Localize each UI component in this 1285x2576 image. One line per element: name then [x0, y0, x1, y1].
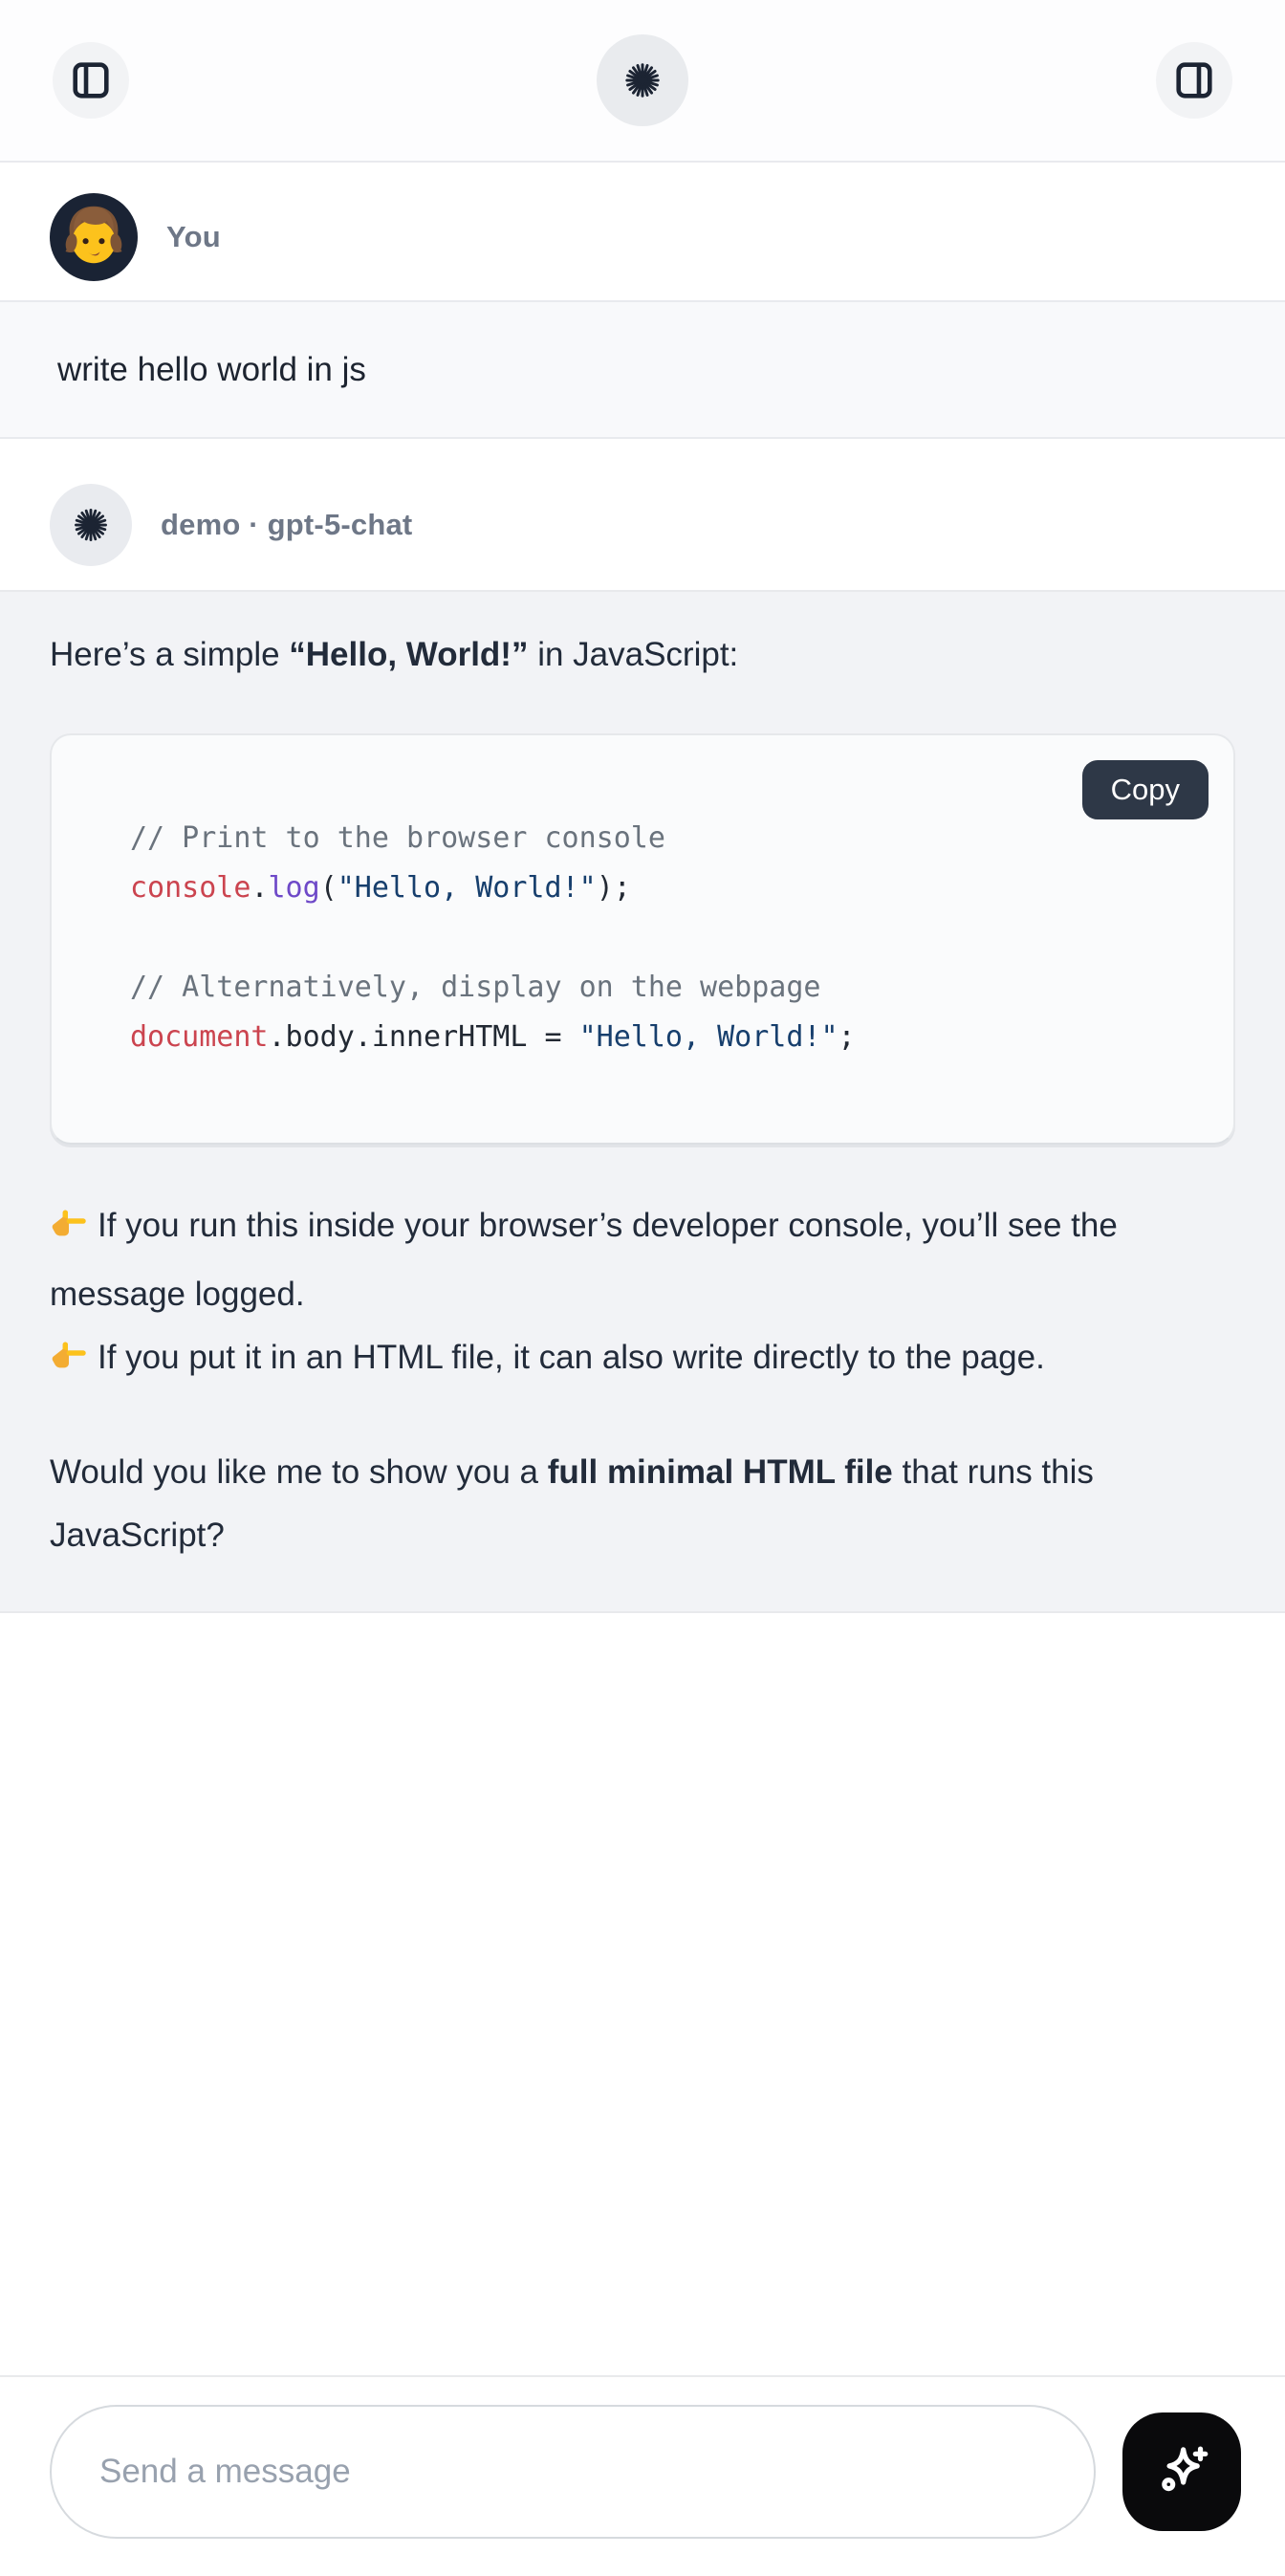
sparkles-icon — [1150, 2440, 1213, 2503]
user-message-text: write hello world in js — [57, 351, 366, 389]
starburst-icon — [620, 57, 665, 103]
tip-text: If you run this inside your browser’s de… — [50, 1207, 1127, 1313]
code-block: Copy // Print to the browser console con… — [50, 733, 1235, 1145]
tip-line: If you put it in an HTML file, it can al… — [50, 1339, 1045, 1376]
panel-left-icon — [69, 58, 113, 102]
assistant-closing-text: Would you like me to show you a full min… — [50, 1441, 1235, 1567]
assistant-message-turn: demo · gpt-5-chat Here’s a simple “Hello… — [0, 439, 1285, 1613]
panel-right-icon — [1172, 58, 1216, 102]
assistant-sender-label: demo · gpt-5-chat — [161, 508, 412, 542]
assistant-message-bubble: Here’s a simple “Hello, World!” in JavaS… — [0, 590, 1285, 1613]
assistant-intro-text: Here’s a simple “Hello, World!” in JavaS… — [50, 630, 1235, 680]
chat-scroll-area[interactable]: You write hello world in js demo · gpt-5… — [0, 163, 1285, 1613]
assistant-message-header: demo · gpt-5-chat — [0, 439, 1285, 590]
user-sender-label: You — [166, 220, 221, 254]
copy-code-button[interactable]: Copy — [1082, 760, 1209, 819]
user-message-turn: You write hello world in js — [0, 163, 1285, 439]
message-input[interactable] — [50, 2405, 1096, 2539]
tip-line: If you run this inside your browser’s de… — [50, 1207, 1127, 1313]
assistant-tips-text: If you run this inside your browser’s de… — [50, 1194, 1235, 1395]
sidebar-toggle-button[interactable] — [53, 42, 129, 119]
user-avatar — [50, 193, 138, 281]
send-button[interactable] — [1122, 2412, 1241, 2531]
pointing-right-emoji — [50, 1200, 88, 1263]
app-logo-button[interactable] — [597, 34, 688, 126]
pointing-right-icon — [50, 1336, 88, 1374]
user-message-header: You — [0, 163, 1285, 300]
person-emoji-icon — [50, 193, 138, 281]
top-bar — [0, 0, 1285, 163]
composer-bar — [0, 2375, 1285, 2576]
assistant-avatar — [50, 484, 132, 566]
user-message-bubble: write hello world in js — [0, 300, 1285, 439]
pointing-right-emoji — [50, 1332, 88, 1395]
code-content: // Print to the browser console console.… — [130, 814, 1195, 1062]
tip-text: If you put it in an HTML file, it can al… — [98, 1339, 1045, 1376]
right-panel-toggle-button[interactable] — [1156, 42, 1232, 119]
starburst-icon — [69, 503, 113, 547]
pointing-right-icon — [50, 1204, 88, 1242]
